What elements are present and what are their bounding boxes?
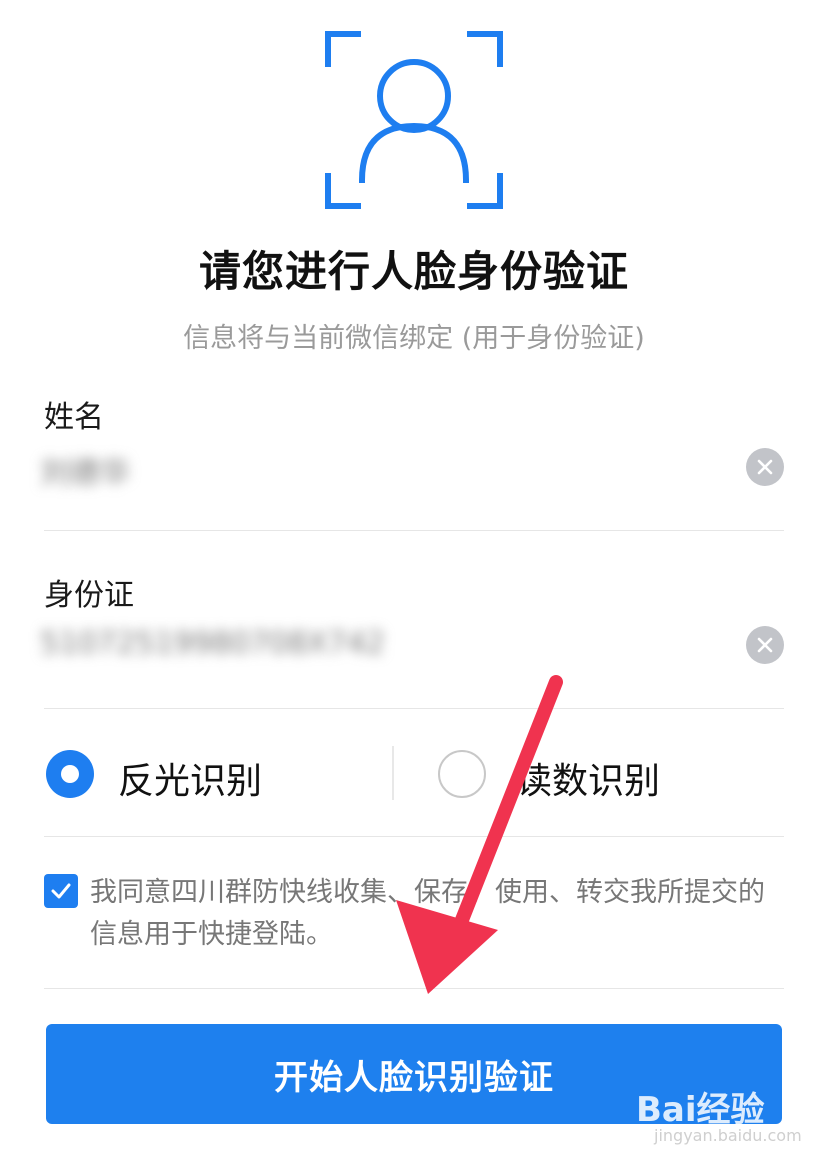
reflection-radio[interactable] (46, 750, 94, 798)
divider (44, 708, 784, 709)
id-card-input[interactable]: 51072519980708X742 (40, 626, 385, 661)
divider (44, 836, 784, 837)
reading-radio[interactable] (438, 750, 486, 798)
page-subtitle: 信息将与当前微信绑定 (用于身份验证) (183, 323, 645, 354)
divider (44, 530, 784, 531)
clear-name-button[interactable] (746, 448, 784, 486)
face-scan-icon (325, 31, 503, 209)
baidu-jingyan-watermark: Bai经验 (636, 1090, 765, 1130)
clear-id-button[interactable] (746, 626, 784, 664)
reflection-radio-label[interactable]: 反光识别 (118, 752, 262, 804)
close-icon (757, 637, 773, 653)
watermark-url: jingyan.baidu.com (654, 1126, 802, 1145)
agreement-text: 我同意四川群防快线收集、保存、使用、转交我所提交的信息用于快捷登陆。 (90, 877, 765, 950)
id-field-label: 身份证 (44, 578, 134, 613)
check-icon (51, 883, 71, 899)
name-field-label: 姓名 (44, 400, 104, 435)
agree-checkbox[interactable] (44, 874, 78, 908)
close-icon (757, 459, 773, 475)
reading-radio-label[interactable]: 读数识别 (516, 752, 660, 804)
page-title: 请您进行人脸身份验证 (198, 247, 629, 296)
name-input[interactable]: 刘德华 (40, 448, 130, 492)
divider (44, 988, 784, 989)
radio-separator (392, 746, 394, 800)
